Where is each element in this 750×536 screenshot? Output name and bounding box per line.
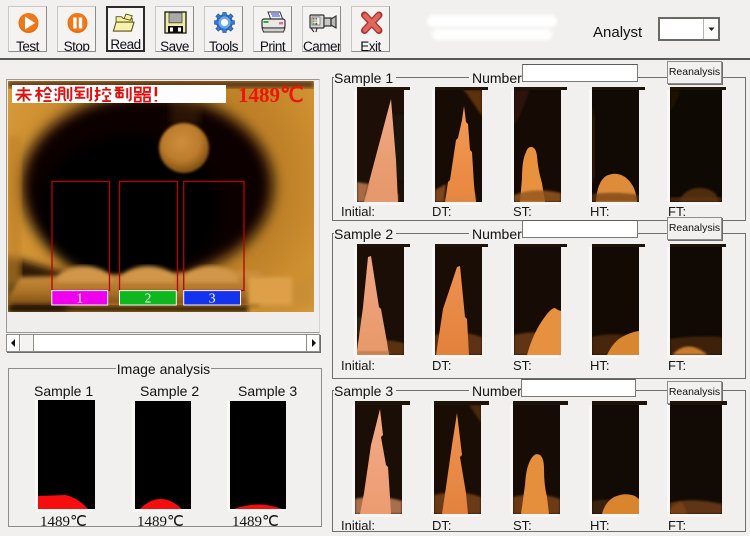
svg-text:1: 1	[76, 292, 83, 307]
svg-text:2: 2	[144, 292, 151, 307]
svg-text:1489℃: 1489℃	[238, 83, 304, 107]
svg-text:3: 3	[209, 292, 216, 307]
